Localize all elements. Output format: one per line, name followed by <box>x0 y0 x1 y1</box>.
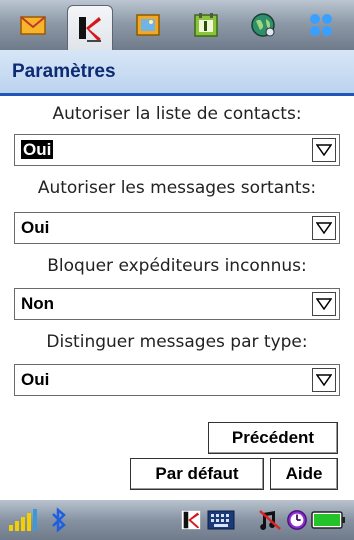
picture-icon <box>136 14 160 36</box>
calendar-tab[interactable] <box>183 5 229 45</box>
silent-icon <box>256 505 284 535</box>
title-bar: Paramètres <box>0 50 354 96</box>
contact-list-label: Autoriser la liste de contacts: <box>52 104 302 124</box>
photos-tab[interactable] <box>125 5 171 45</box>
status-bar <box>0 500 354 540</box>
settings-form: Autoriser la liste de contacts: Oui Auto… <box>0 96 354 494</box>
chevron-down-icon <box>316 298 332 310</box>
message-type-select[interactable]: Oui <box>14 364 340 396</box>
envelope-icon <box>20 16 46 35</box>
app-tab-bar <box>0 0 354 51</box>
contact-list-value: Oui <box>21 140 54 159</box>
page-title: Paramètres <box>12 60 116 82</box>
contact-list-dropdown-button[interactable] <box>312 138 336 162</box>
default-button[interactable]: Par défaut <box>130 458 264 490</box>
unknown-senders-label: Bloquer expéditeurs inconnus: <box>47 256 307 276</box>
unknown-senders-select[interactable]: Non <box>14 288 340 320</box>
previous-button[interactable]: Précédent <box>208 422 338 454</box>
message-type-label: Distinguer messages par type: <box>46 332 308 352</box>
kaspersky-icon <box>79 16 102 42</box>
calendar-icon <box>194 13 218 37</box>
chevron-down-icon <box>316 374 332 386</box>
signal-icon <box>6 505 40 535</box>
outgoing-messages-dropdown-button[interactable] <box>312 216 336 240</box>
bluetooth-icon <box>46 505 72 535</box>
apps-grid-icon <box>310 14 333 36</box>
help-button[interactable]: Aide <box>270 458 338 490</box>
kaspersky-tab[interactable] <box>67 5 114 51</box>
outgoing-messages-label: Autoriser les messages sortants: <box>37 178 317 198</box>
battery-icon <box>310 505 348 535</box>
clock-icon <box>284 505 310 535</box>
contact-list-select[interactable]: Oui <box>14 134 340 166</box>
outgoing-messages-select[interactable]: Oui <box>14 212 340 244</box>
web-tab[interactable] <box>240 5 286 45</box>
globe-icon <box>251 13 276 37</box>
apps-tab[interactable] <box>298 5 344 45</box>
outgoing-messages-value: Oui <box>21 218 50 237</box>
chevron-down-icon <box>316 222 332 234</box>
unknown-senders-value: Non <box>21 294 55 313</box>
messages-tab[interactable] <box>10 5 56 45</box>
unknown-senders-dropdown-button[interactable] <box>312 292 336 316</box>
kaspersky-icon <box>178 505 204 535</box>
message-type-dropdown-button[interactable] <box>312 368 336 392</box>
message-type-value: Oui <box>21 370 50 389</box>
keyboard-icon[interactable] <box>206 505 236 535</box>
chevron-down-icon <box>316 144 332 156</box>
